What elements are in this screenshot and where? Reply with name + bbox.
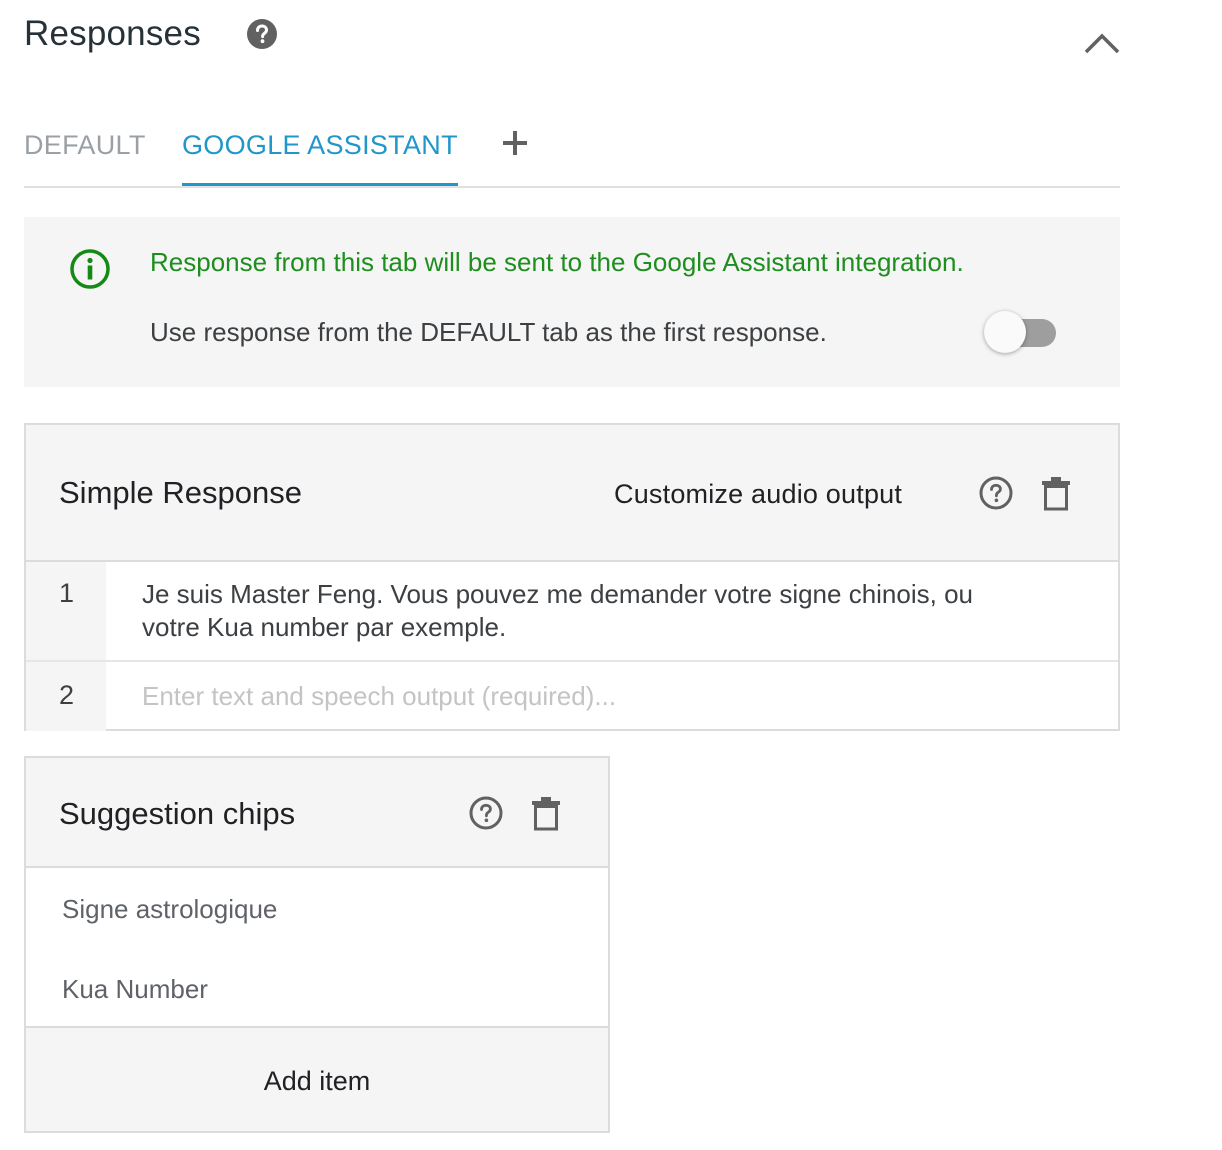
suggestion-chip-item[interactable]: Signe astrologique — [62, 894, 277, 925]
toggle-knob — [984, 311, 1026, 353]
response-text[interactable]: Je suis Master Feng. Vous pouvez me dema… — [142, 578, 1038, 644]
simple-response-header: Simple Response Customize audio output — [26, 425, 1118, 562]
response-text-input[interactable] — [142, 678, 1022, 714]
response-row: 1 Je suis Master Feng. Vous pouvez me de… — [26, 562, 1118, 662]
response-row: 2 — [26, 662, 1118, 731]
tab-google-assistant[interactable]: GOOGLE ASSISTANT — [182, 130, 458, 186]
simple-response-title: Simple Response — [59, 475, 302, 510]
customize-audio-output-button[interactable]: Customize audio output — [614, 479, 902, 510]
integration-message: Response from this tab will be sent to t… — [150, 247, 964, 277]
chevron-up-icon[interactable] — [1082, 26, 1122, 62]
section-title: Responses — [24, 14, 201, 53]
add-tab-plus-icon[interactable] — [498, 126, 532, 160]
suggestion-chips-title: Suggestion chips — [59, 796, 296, 831]
responses-section: Responses DEFAULT GOOGLE ASSISTANT Respo… — [0, 0, 1222, 1150]
suggestion-chips-header: Suggestion chips — [26, 758, 608, 868]
suggestion-chip-item[interactable]: Kua Number — [62, 974, 208, 1005]
row-number: 1 — [26, 562, 106, 660]
trash-icon[interactable] — [1036, 473, 1076, 513]
row-number: 2 — [26, 662, 106, 731]
default-first-response-toggle[interactable] — [984, 311, 1058, 353]
help-icon[interactable] — [246, 18, 278, 50]
integration-info-banner: Response from this tab will be sent to t… — [24, 217, 1120, 387]
help-outline-icon[interactable] — [976, 473, 1016, 513]
add-item-button[interactable]: Add item — [26, 1026, 608, 1131]
simple-response-card: Simple Response Customize audio output 1… — [24, 423, 1120, 731]
trash-icon[interactable] — [526, 793, 566, 833]
response-tabs: DEFAULT GOOGLE ASSISTANT — [24, 108, 1120, 188]
tab-default[interactable]: DEFAULT — [24, 130, 146, 186]
default-first-response-label: Use response from the DEFAULT tab as the… — [150, 317, 827, 347]
suggestion-chips-card: Suggestion chips Signe astrologique Kua … — [24, 756, 610, 1133]
info-icon — [70, 249, 110, 289]
help-outline-icon[interactable] — [466, 793, 506, 833]
section-header: Responses — [24, 10, 1124, 60]
